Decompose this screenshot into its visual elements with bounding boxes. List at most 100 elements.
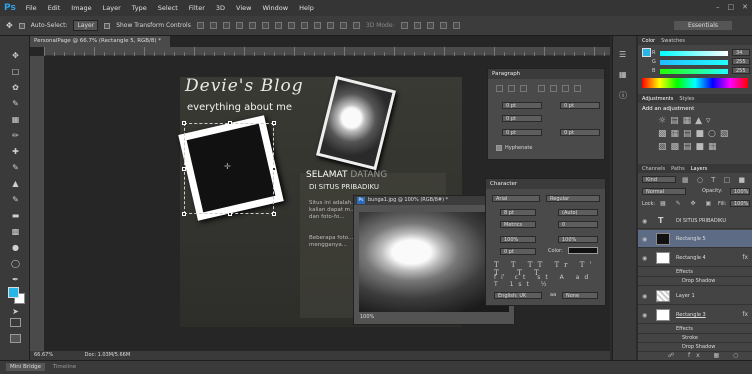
- align-left-icon[interactable]: [235, 22, 243, 29]
- character-panel-title[interactable]: Character: [486, 179, 605, 189]
- baseline-shift-field[interactable]: 0 pt: [500, 248, 536, 255]
- brush-tool-icon[interactable]: ✎: [9, 162, 22, 173]
- tab-channels[interactable]: Channels: [642, 166, 665, 172]
- font-size-field[interactable]: 8 pt: [500, 209, 536, 216]
- auto-align-icon[interactable]: [352, 22, 360, 29]
- healing-brush-icon[interactable]: ✚: [9, 146, 22, 157]
- justify-right-icon[interactable]: [562, 85, 569, 92]
- transform-handle-bl[interactable]: [182, 212, 186, 216]
- justify-all-icon[interactable]: [574, 85, 581, 92]
- visibility-eye-icon[interactable]: ◉: [642, 218, 647, 225]
- lasso-tool-icon[interactable]: ✿: [9, 82, 22, 93]
- distribute-center-icon[interactable]: [326, 22, 334, 29]
- blue-field[interactable]: 255: [732, 67, 750, 74]
- fill-field[interactable]: 100%: [730, 200, 750, 207]
- visibility-eye-icon[interactable]: ◉: [642, 255, 647, 262]
- eyedropper-tool-icon[interactable]: ✏: [9, 130, 22, 141]
- history-brush-icon[interactable]: ✎: [9, 194, 22, 205]
- distribute-right-icon[interactable]: [339, 22, 347, 29]
- align-bottom-icon[interactable]: [222, 22, 230, 29]
- screen-mode-icon[interactable]: [10, 334, 21, 343]
- menu-view[interactable]: View: [236, 4, 251, 12]
- menu-type[interactable]: Type: [132, 4, 147, 12]
- menu-image[interactable]: Image: [71, 4, 91, 12]
- 3d-pan-icon[interactable]: [426, 22, 434, 29]
- adjustment-icons-row-3[interactable]: ▧▩▤■▦: [658, 142, 721, 152]
- color-spectrum[interactable]: [642, 78, 748, 88]
- opentype-buttons[interactable]: fi ct st A ad T 1st ½: [494, 274, 605, 288]
- auto-select-checkbox[interactable]: [18, 22, 25, 29]
- transform-handle-tc[interactable]: [228, 121, 232, 125]
- blend-mode-select[interactable]: Normal: [642, 188, 686, 195]
- tab-paths[interactable]: Paths: [671, 166, 685, 172]
- menu-help[interactable]: Help: [299, 4, 314, 12]
- distribute-middle-icon[interactable]: [287, 22, 295, 29]
- justify-left-icon[interactable]: [538, 85, 545, 92]
- quick-select-tool-icon[interactable]: ✎: [9, 98, 22, 109]
- indent-left-field[interactable]: 0 pt: [502, 102, 542, 109]
- crop-tool-icon[interactable]: ▦: [9, 114, 22, 125]
- fx-icon[interactable]: fx: [742, 311, 748, 318]
- properties-panel-icon[interactable]: ▦: [619, 70, 627, 79]
- indent-first-line-field[interactable]: 0 pt: [502, 115, 542, 122]
- clone-stamp-icon[interactable]: ▲: [9, 178, 22, 189]
- distribute-top-icon[interactable]: [274, 22, 282, 29]
- tab-layers[interactable]: Layers: [691, 166, 708, 172]
- menu-layer[interactable]: Layer: [103, 4, 121, 12]
- visibility-eye-icon[interactable]: ◉: [642, 293, 647, 300]
- menu-edit[interactable]: Edit: [48, 4, 61, 12]
- antialias-select[interactable]: None: [562, 292, 598, 299]
- layer-effects-row[interactable]: Effects: [638, 268, 752, 277]
- workspace-dropdown[interactable]: Essentials: [673, 21, 732, 30]
- text-color-swatch[interactable]: [568, 247, 598, 254]
- dodge-tool-icon[interactable]: ◯: [9, 258, 22, 269]
- layer-effect-item[interactable]: Drop Shadow: [638, 277, 752, 286]
- adjustment-icons-row-2[interactable]: ▩▦▤■○▧: [658, 129, 732, 139]
- green-slider[interactable]: [660, 60, 728, 65]
- transform-handle-br[interactable]: [272, 212, 276, 216]
- visibility-eye-icon[interactable]: ◉: [642, 236, 647, 243]
- color-fg-swatch[interactable]: [642, 48, 651, 57]
- hyphenate-checkbox[interactable]: [496, 145, 502, 151]
- fx-icon[interactable]: fx: [742, 254, 748, 261]
- menu-filter[interactable]: Filter: [189, 4, 205, 12]
- 3d-roll-icon[interactable]: [413, 22, 421, 29]
- distribute-bottom-icon[interactable]: [300, 22, 308, 29]
- align-right-icon[interactable]: [261, 22, 269, 29]
- space-after-field[interactable]: 0 pt: [560, 129, 600, 136]
- blur-tool-icon[interactable]: ●: [9, 242, 22, 253]
- tab-mini-bridge[interactable]: Mini Bridge: [6, 363, 45, 371]
- layer-effect-item[interactable]: Stroke: [638, 334, 752, 343]
- vertical-scale-field[interactable]: 100%: [500, 236, 536, 243]
- space-before-field[interactable]: 0 pt: [502, 129, 542, 136]
- paragraph-panel-title[interactable]: Paragraph: [488, 69, 604, 79]
- gradient-tool-icon[interactable]: ▩: [9, 226, 22, 237]
- red-slider[interactable]: [660, 51, 728, 56]
- justify-center-icon[interactable]: [550, 85, 557, 92]
- marquee-tool-icon[interactable]: □: [9, 66, 22, 77]
- leading-field[interactable]: (Auto): [558, 209, 598, 216]
- kerning-field[interactable]: Metrics: [500, 221, 536, 228]
- opacity-field[interactable]: 100%: [730, 188, 750, 195]
- menu-window[interactable]: Window: [262, 4, 288, 12]
- tab-color[interactable]: Color: [642, 38, 655, 44]
- horizontal-ruler[interactable]: [44, 47, 610, 56]
- lock-icons[interactable]: ▦ ✎ ✥ ▣: [660, 200, 715, 207]
- green-field[interactable]: 255: [732, 58, 750, 65]
- font-family-select[interactable]: Arial: [492, 195, 540, 202]
- 3d-slide-icon[interactable]: [439, 22, 447, 29]
- 3d-rotate-icon[interactable]: [400, 22, 408, 29]
- align-right-text-icon[interactable]: [520, 85, 527, 92]
- tab-adjustments[interactable]: Adjustments: [642, 96, 673, 102]
- foreground-color-swatch[interactable]: [8, 287, 19, 298]
- transform-handle-bc[interactable]: [228, 212, 232, 216]
- layer-effect-item[interactable]: Drop Shadow: [638, 343, 752, 352]
- layer-effects-row[interactable]: Effects: [638, 325, 752, 334]
- doc-size[interactable]: Doc: 1.03M/5.66M: [85, 352, 131, 358]
- layer-filter-kind[interactable]: Kind: [642, 176, 676, 183]
- history-panel-icon[interactable]: ☰: [619, 50, 626, 59]
- layer-row[interactable]: ◉ T DI SITUS PRIBADIKU: [638, 213, 752, 229]
- menu-3d[interactable]: 3D: [216, 4, 225, 12]
- layer-row[interactable]: ◉ Rectangle 4 fx: [638, 249, 752, 267]
- minimize-icon[interactable]: –: [716, 3, 720, 11]
